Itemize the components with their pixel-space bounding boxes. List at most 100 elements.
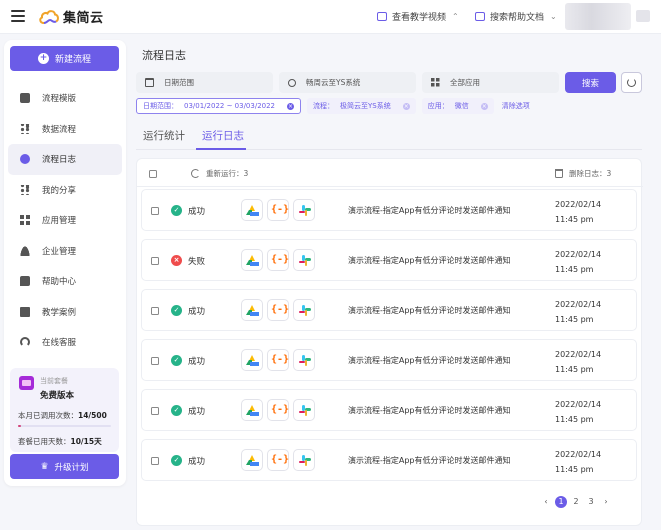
sidebar-item-templates[interactable]: 流程模版 bbox=[8, 83, 122, 114]
crown-icon: ♛ bbox=[40, 461, 49, 472]
row-status: 成功 bbox=[188, 357, 206, 367]
next-page-button[interactable]: › bbox=[600, 496, 612, 508]
tab-run-logs[interactable]: 运行日志 bbox=[202, 128, 244, 143]
sidebar-item-dataflow[interactable]: 数据流程 bbox=[8, 114, 122, 145]
search-button[interactable]: 搜索 bbox=[565, 72, 616, 93]
active-tab-indicator bbox=[196, 148, 246, 150]
log-row[interactable]: ✓ 成功 {-} 演示流程-指定App有低分评论时发送邮件通知 2022/02/14 11… bbox=[141, 289, 637, 331]
flow-search-input[interactable]: 畅周云至YS系统 bbox=[279, 72, 416, 93]
app-select[interactable]: 全部应用 bbox=[422, 72, 559, 93]
date-filter-chip[interactable]: 日期范围： 03/01/2022 ~ 03/03/2022 × bbox=[136, 98, 302, 114]
row-flow-name[interactable]: 演示流程-指定App有低分评论时发送邮件通知 bbox=[348, 205, 511, 216]
new-flow-button[interactable]: + 新建流程 bbox=[10, 46, 119, 71]
video-tutorial-link[interactable]: 查看教学视频 ⌃ bbox=[377, 10, 459, 23]
page-1-button[interactable]: 1 bbox=[555, 496, 567, 508]
prev-page-button[interactable]: ‹ bbox=[540, 496, 552, 508]
log-row[interactable]: ✓ 成功 {-} 演示流程-指定App有低分评论时发送邮件通知 2022/02/14 11… bbox=[141, 189, 637, 231]
plan-wallet-icon bbox=[19, 376, 34, 390]
code-bracket-icon: {-} bbox=[267, 449, 289, 471]
log-row[interactable]: ✓ 成功 {-} 演示流程-指定App有低分评论时发送邮件通知 2022/02/14 11… bbox=[141, 339, 637, 381]
row-flow-name[interactable]: 演示流程-指定App有低分评论时发送邮件通知 bbox=[348, 405, 511, 416]
row-flow-name[interactable]: 演示流程-指定App有低分评论时发送邮件通知 bbox=[348, 355, 511, 366]
row-checkbox[interactable] bbox=[151, 457, 159, 465]
slack-icon bbox=[293, 349, 315, 371]
tab-run-stats[interactable]: 运行统计 bbox=[143, 128, 185, 143]
log-row[interactable]: ✓ 成功 {-} 演示流程-指定App有低分评论时发送邮件通知 2022/02/14 11… bbox=[141, 389, 637, 431]
user-menu-icon[interactable] bbox=[636, 10, 650, 22]
select-all-checkbox[interactable] bbox=[149, 170, 157, 178]
row-flow-name[interactable]: 演示流程-指定App有低分评论时发送邮件通知 bbox=[348, 305, 511, 316]
sidebar-item-label: 我的分享 bbox=[42, 185, 77, 196]
rerun-label: 重新运行：3 bbox=[206, 169, 249, 178]
app-name: 集简云 bbox=[63, 11, 104, 26]
sidebar-item-apps[interactable]: 应用管理 bbox=[8, 205, 122, 236]
usage-days-label: 套餐已用天数： bbox=[18, 437, 71, 446]
row-checkbox[interactable] bbox=[151, 307, 159, 315]
date-range-placeholder: 日期范围 bbox=[164, 78, 194, 87]
chip-value: 微信 bbox=[454, 102, 469, 110]
apps-icon bbox=[20, 215, 30, 226]
flow-filter-chip[interactable]: 流程： 极简云至YS系统 × bbox=[307, 98, 416, 114]
row-date: 2022/02/14 bbox=[555, 250, 602, 259]
row-date: 2022/02/14 bbox=[555, 200, 602, 209]
logo[interactable]: 集简云 bbox=[38, 7, 104, 26]
row-flow-name[interactable]: 演示流程-指定App有低分评论时发送邮件通知 bbox=[348, 455, 511, 466]
row-time: 11:45 pm bbox=[555, 465, 594, 474]
row-checkbox[interactable] bbox=[151, 407, 159, 415]
row-timestamp: 2022/02/14 11:45 pm bbox=[555, 347, 601, 377]
sidebar-item-logs[interactable]: 流程日志 bbox=[8, 144, 122, 175]
sidebar-item-label: 在线客服 bbox=[42, 338, 77, 349]
code-bracket-icon: {-} bbox=[267, 349, 289, 371]
upgrade-button[interactable]: ♛ 升级计划 bbox=[10, 454, 119, 479]
row-flow-name[interactable]: 演示流程-指定App有低分评论时发送邮件通知 bbox=[348, 255, 511, 266]
row-date: 2022/02/14 bbox=[555, 400, 602, 409]
sidebar-item-cases[interactable]: 教学案例 bbox=[8, 297, 122, 328]
log-row[interactable]: × 失败 {-} 演示流程-指定App有低分评论时发送邮件通知 2022/02/14 11… bbox=[141, 239, 637, 281]
chip-value: 03/01/2022 ~ 03/03/2022 bbox=[184, 102, 276, 110]
row-time: 11:45 pm bbox=[555, 415, 594, 424]
sidebar-item-share[interactable]: 我的分享 bbox=[8, 175, 122, 206]
plan-label: 当前套餐 bbox=[40, 377, 68, 385]
sidebar-item-enterprise[interactable]: 企业管理 bbox=[8, 236, 122, 267]
row-checkbox[interactable] bbox=[151, 257, 159, 265]
top-bar: 集简云 查看教学视频 ⌃ 搜索帮助文档 ⌄ bbox=[0, 0, 661, 34]
log-row[interactable]: ✓ 成功 {-} 演示流程-指定App有低分评论时发送邮件通知 2022/02/14 11… bbox=[141, 439, 637, 481]
row-checkbox[interactable] bbox=[151, 207, 159, 215]
refresh-button[interactable] bbox=[621, 72, 642, 93]
google-drive-icon bbox=[241, 349, 263, 371]
row-timestamp: 2022/02/14 11:45 pm bbox=[555, 397, 601, 427]
google-drive-icon bbox=[241, 249, 263, 271]
row-timestamp: 2022/02/14 11:45 pm bbox=[555, 247, 601, 277]
sidebar-item-label: 流程日志 bbox=[42, 155, 77, 166]
rerun-icon bbox=[191, 169, 200, 178]
doc-search-icon bbox=[475, 12, 485, 21]
close-icon[interactable]: × bbox=[402, 102, 410, 110]
delete-label: 删除日志：3 bbox=[569, 169, 612, 178]
rerun-selected-button[interactable]: 重新运行：3 bbox=[191, 168, 248, 179]
row-checkbox[interactable] bbox=[151, 357, 159, 365]
chip-key: 日期范围： bbox=[143, 102, 178, 110]
google-drive-icon bbox=[241, 399, 263, 421]
app-filter-chip[interactable]: 应用： 微信 × bbox=[421, 98, 494, 114]
plan-name: 免费版本 bbox=[40, 391, 75, 401]
row-status: 成功 bbox=[188, 207, 206, 217]
close-icon[interactable]: × bbox=[287, 102, 295, 110]
new-flow-label: 新建流程 bbox=[54, 55, 91, 65]
help-docs-link[interactable]: 搜索帮助文档 ⌄ bbox=[475, 10, 557, 23]
support-icon bbox=[20, 337, 30, 348]
close-icon[interactable]: × bbox=[480, 102, 488, 110]
sidebar-item-support[interactable]: 在线客服 bbox=[8, 327, 122, 358]
clear-filters-link[interactable]: 清除选项 bbox=[502, 101, 530, 111]
page-3-button[interactable]: 3 bbox=[585, 496, 597, 508]
menu-icon[interactable] bbox=[11, 10, 25, 22]
date-range-field[interactable]: 日期范围 bbox=[136, 72, 273, 93]
sidebar-item-help[interactable]: 帮助中心 bbox=[8, 266, 122, 297]
usage-calls: 本月已调用次数：14/500 bbox=[18, 410, 107, 421]
page-2-button[interactable]: 2 bbox=[570, 496, 582, 508]
row-timestamp: 2022/02/14 11:45 pm bbox=[555, 447, 601, 477]
avatar[interactable] bbox=[565, 3, 631, 30]
slack-icon bbox=[293, 199, 315, 221]
google-drive-icon bbox=[241, 299, 263, 321]
delete-logs-button[interactable]: 删除日志：3 bbox=[555, 168, 611, 179]
trash-icon bbox=[555, 169, 563, 178]
